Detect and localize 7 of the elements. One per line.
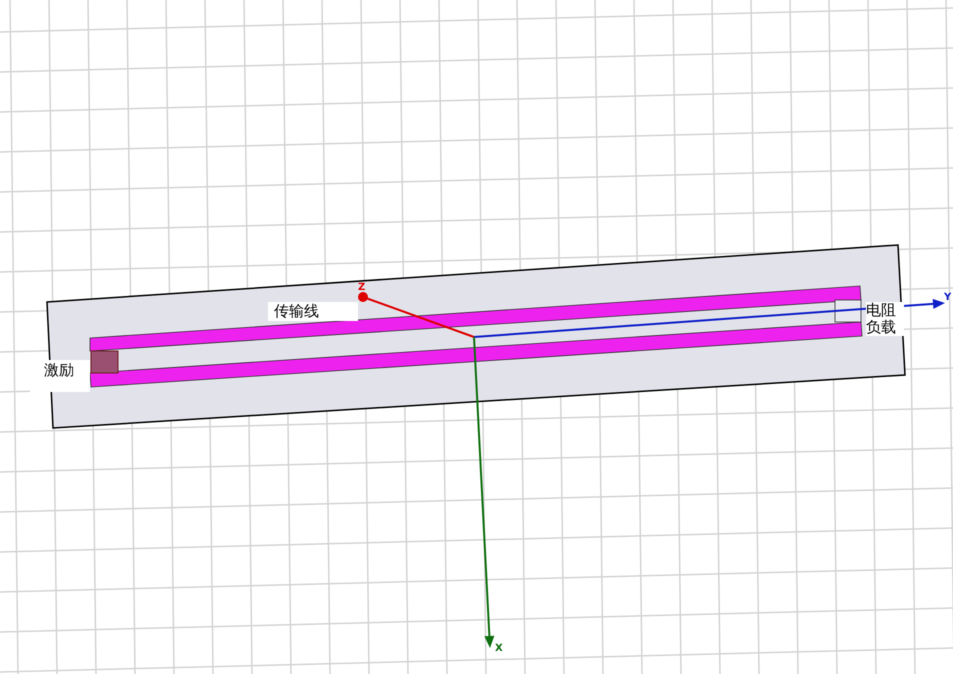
axis-label: X: [495, 644, 503, 654]
axis-label: Y: [944, 293, 952, 303]
port-block: [90, 350, 118, 374]
load-label: 电阻 负载: [866, 302, 904, 336]
line-label: 传输线: [268, 302, 358, 321]
port-label: 激励: [30, 360, 90, 392]
axis-label: Z: [358, 283, 366, 293]
